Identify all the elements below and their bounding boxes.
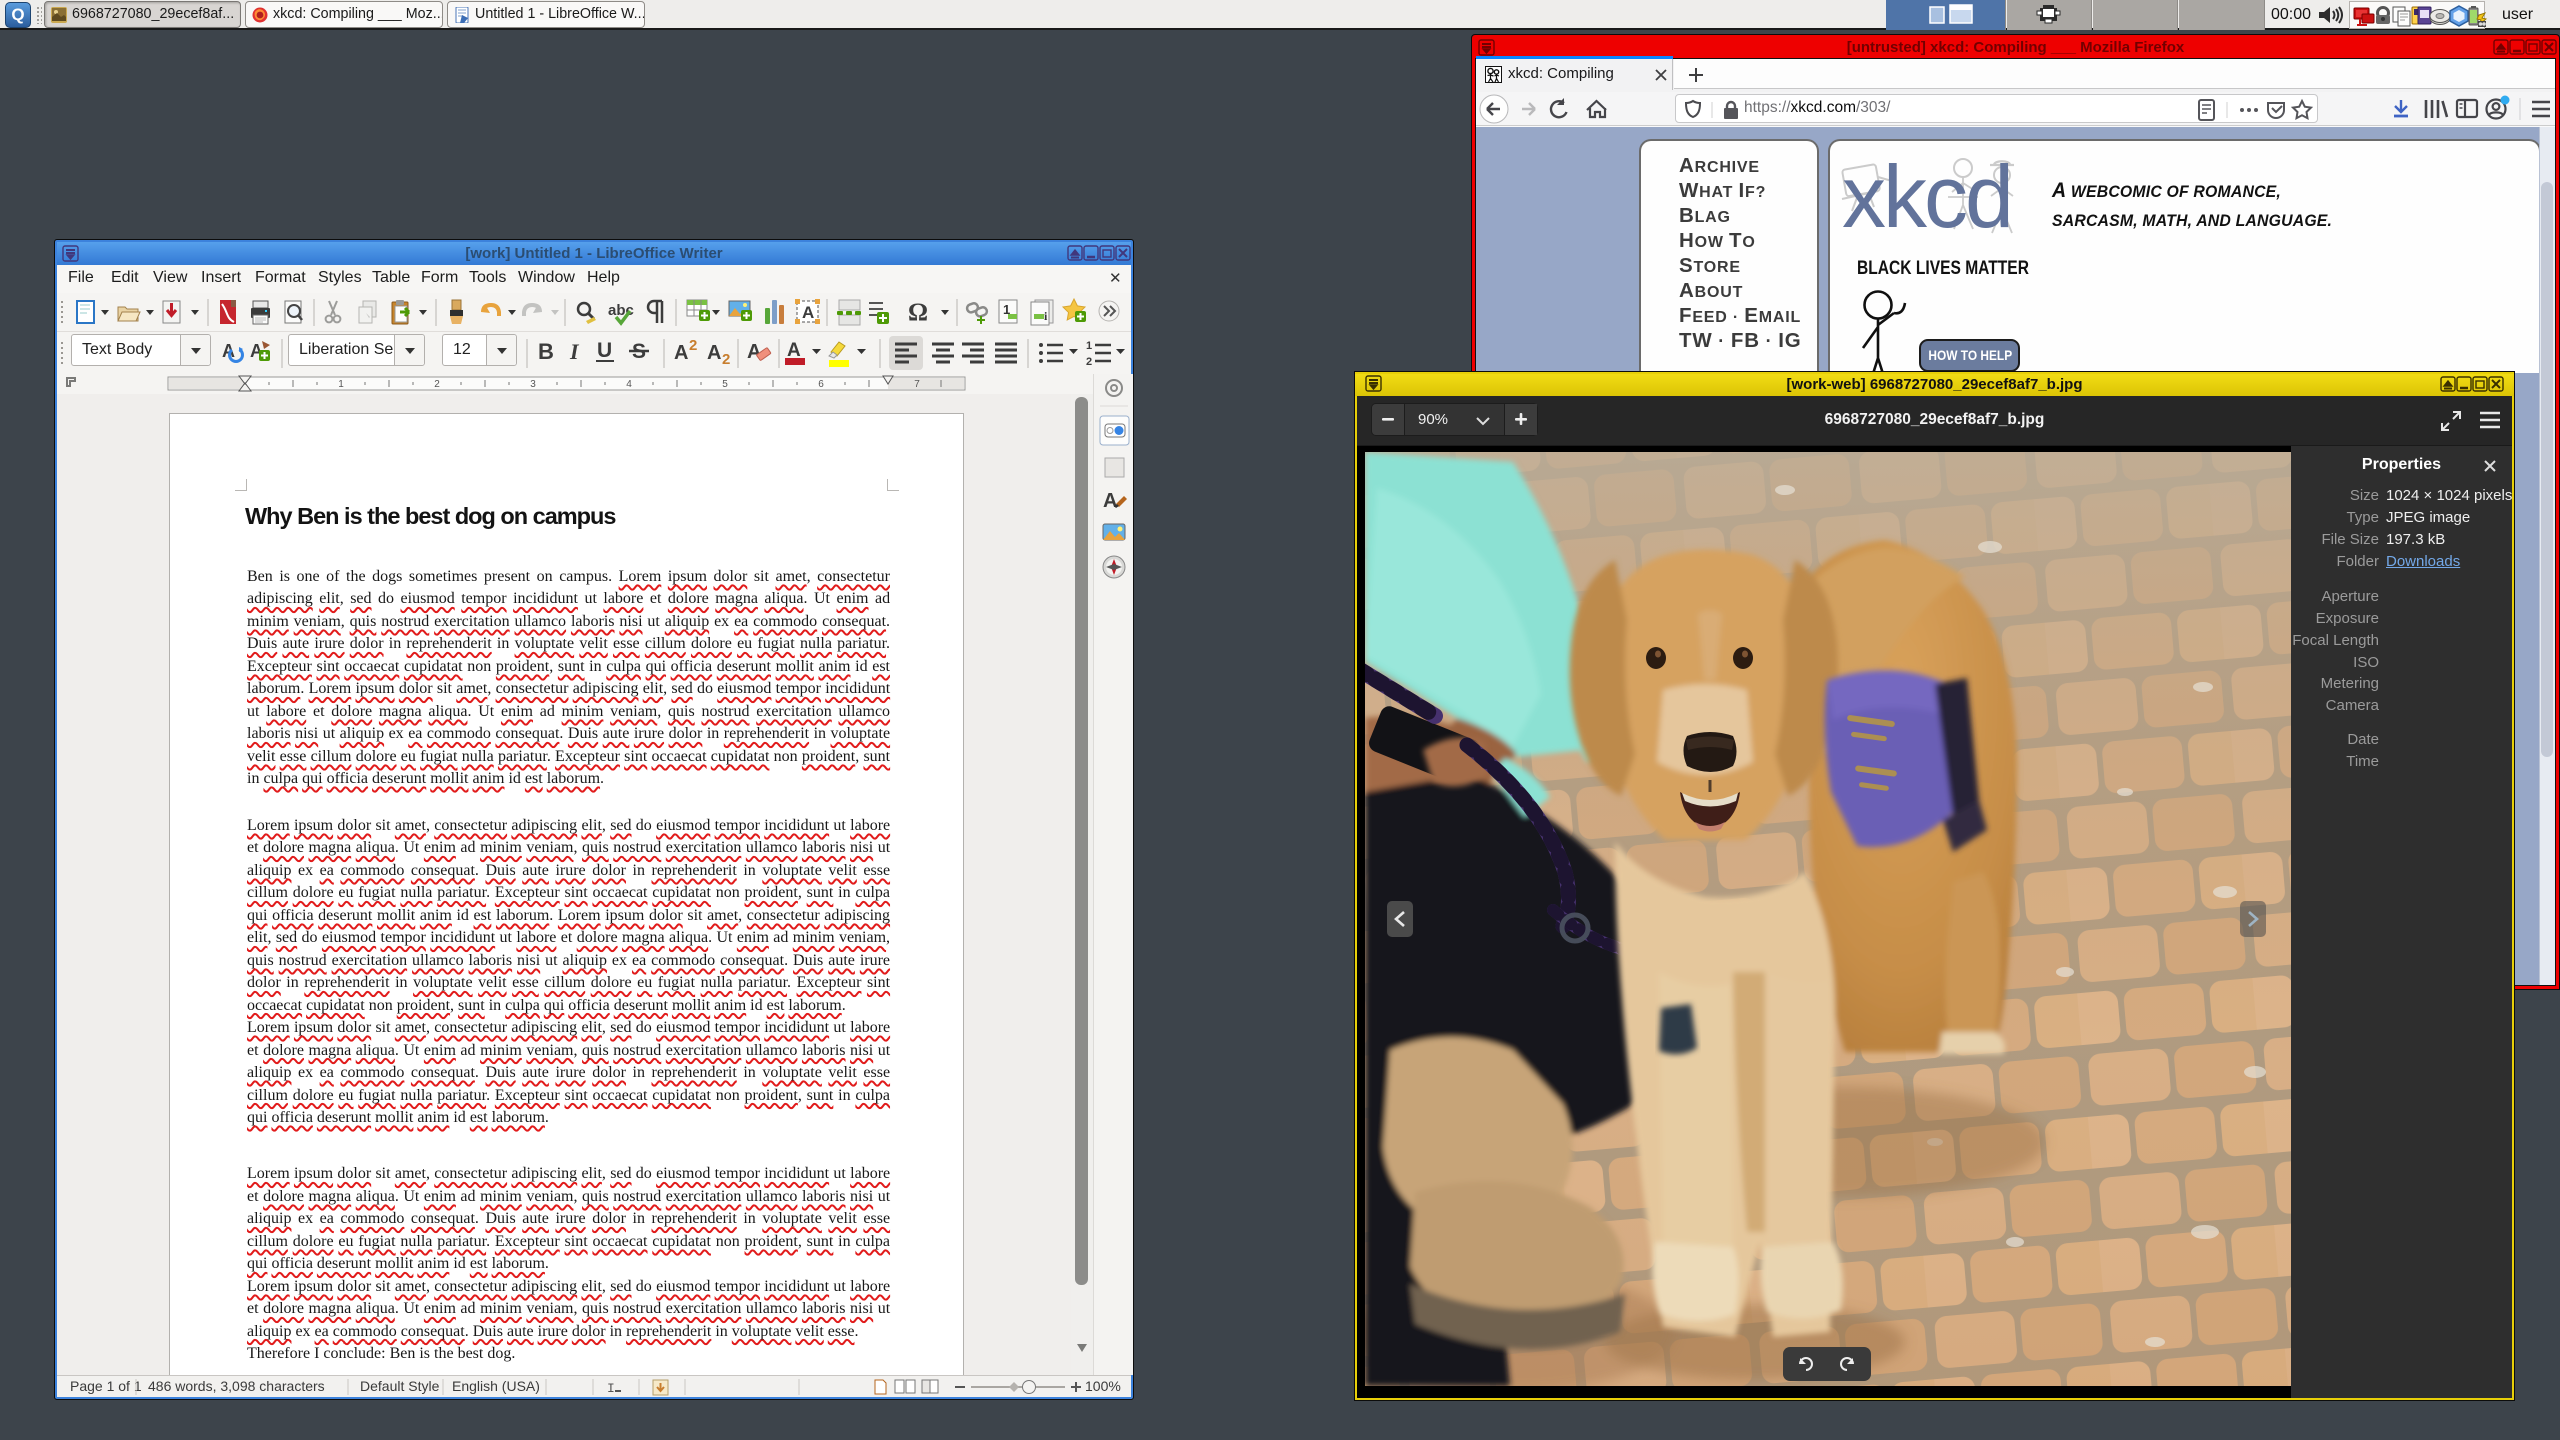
svg-text:4: 4 <box>626 379 632 390</box>
svg-text:7: 7 <box>914 379 920 390</box>
svg-text:A: A <box>707 342 721 364</box>
svg-text:2: 2 <box>722 351 730 368</box>
svg-text:B: B <box>538 339 554 364</box>
svg-text:3: 3 <box>530 379 536 390</box>
svg-text:2: 2 <box>689 337 697 354</box>
svg-text:2: 2 <box>434 379 440 390</box>
svg-text:A: A <box>802 303 814 322</box>
svg-text:I: I <box>569 339 580 364</box>
svg-text:1: 1 <box>1086 340 1092 352</box>
svg-text:U: U <box>597 339 612 362</box>
svg-text:2: 2 <box>1086 356 1092 368</box>
svg-text:6: 6 <box>818 379 824 390</box>
svg-text:A: A <box>222 341 235 361</box>
svg-text:Ω: Ω <box>908 299 928 326</box>
svg-text:I: I <box>607 1381 615 1396</box>
svg-text:A: A <box>787 340 801 361</box>
svg-text:5: 5 <box>722 379 728 390</box>
svg-text:A: A <box>674 342 688 364</box>
svg-text:abc: abc <box>608 302 634 319</box>
svg-text:1: 1 <box>338 379 344 390</box>
svg-text:A: A <box>1103 490 1117 512</box>
